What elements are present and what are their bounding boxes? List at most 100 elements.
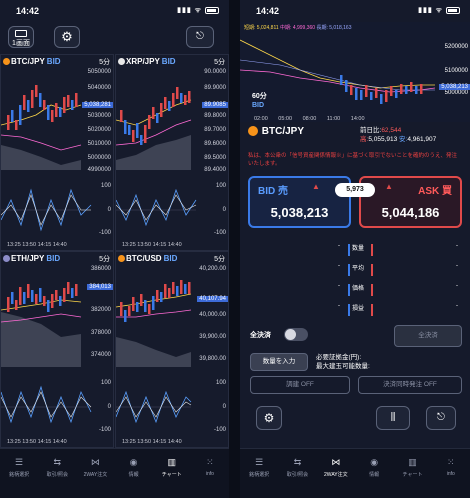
settings-button[interactable]: ⚙ <box>54 26 80 48</box>
tab-label: 情報 <box>128 472 139 478</box>
chart-grid: BTC/JPY BID 5分 5050000 5040000 5,038,281… <box>0 54 229 448</box>
status-icons: ▮▮▮ ᯤ <box>177 6 219 15</box>
candlestick-chart <box>240 39 435 104</box>
bid-sell-button[interactable]: BID 売 ▲ 5,038,213 <box>248 176 351 228</box>
x-axis-labels: 13:25 13:50 14:15 14:40 <box>7 439 67 445</box>
y-tick: 89.9000 <box>204 85 226 91</box>
x-axis-labels: 02:00 05:00 08:00 11:00 14:00 <box>254 116 365 122</box>
mini-chart[interactable]: 短期: 5,024,811 中期: 4,999,360 長期: 5,018,16… <box>240 22 470 122</box>
osc-tick: 100 <box>100 183 111 189</box>
close-all-button[interactable]: 全決済 <box>394 325 462 347</box>
status-icons: ▮▮▮ ᯤ <box>418 6 460 15</box>
compliance-notice: 私は、本公衆の「信号資産関係情報※」に基づく取引でないことを確約のうえ、発注いた… <box>248 153 458 167</box>
close-all-toggle-label: 全決済 <box>250 332 271 339</box>
tab-label: 取引/照会 <box>286 472 309 478</box>
osc-tick: -100 <box>98 230 111 236</box>
y-tick: 386000 <box>90 266 111 272</box>
order-row-price: - 価格 - <box>248 283 462 297</box>
chart-toggle-button[interactable]: ⫼ <box>376 406 410 430</box>
list-icon: ☰ <box>255 457 264 467</box>
tab-symbol-select[interactable]: ☰ 銘柄選択 <box>0 449 38 498</box>
tab-trade-history[interactable]: ⇆ 取引/照会 <box>38 449 76 498</box>
status-time: 14:42 <box>16 6 40 16</box>
y-tick: 90.0000 <box>204 69 226 75</box>
status-bar: 14:42 ▮▮▮ ᯤ <box>240 0 470 22</box>
order-settings-button[interactable]: ⚙ <box>256 406 282 430</box>
price-stats: 前日比:62,544 高:5,055,913 安:4,961,907 <box>360 126 436 144</box>
list-icon: ☰ <box>15 457 24 467</box>
osc-tick: -100 <box>98 427 111 433</box>
gear-icon: ⚙ <box>263 411 275 425</box>
bid-label: BID 売 <box>258 186 288 197</box>
order-row-label: 数量 <box>352 246 365 252</box>
chart-cell-xrp-jpy[interactable]: XRP/JPY BID 5分 90.0000 89.9000 89.9085 8… <box>115 54 229 251</box>
layout-toggle-button[interactable]: ⎋ <box>426 406 456 430</box>
tab-2way-order[interactable]: ⋈ 2WAY注文 <box>76 449 114 498</box>
y-tick: 89.8000 <box>204 113 226 119</box>
layout-toggle-button[interactable]: ⎋ <box>186 26 214 48</box>
current-price-tag: 5,038,213 <box>439 84 470 90</box>
y-tick: 89.6000 <box>204 141 226 147</box>
tab-info[interactable]: ◉ 情報 <box>115 449 153 498</box>
chart-toolbar: 1画面 ⚙ ⎋ <box>0 22 229 54</box>
stop-order-toggle-button[interactable]: 調建 OFF <box>250 376 350 394</box>
symbol-row[interactable]: BTC/JPY <box>248 126 304 137</box>
chart-cell-btc-usd[interactable]: BTC/USD BID 5分 40,200.00 40,107.94 40,00… <box>115 251 229 448</box>
one-screen-button[interactable]: 1画面 <box>8 26 34 48</box>
close-simultaneous-order-button[interactable]: 決済同時発注 OFF <box>358 376 462 394</box>
ask-buy-button[interactable]: ▲ ASK 買 5,044,186 <box>359 176 462 228</box>
tab-chart[interactable]: ▥ チャート <box>393 449 431 498</box>
oscillator-chart <box>1 385 92 424</box>
history-icon: ⇆ <box>53 457 62 467</box>
chart-cell-eth-jpy[interactable]: ETH/JPY BID 5分 386000 384,013 382000 378… <box>0 251 114 448</box>
y-tick: 40,200.00 <box>199 266 226 272</box>
enter-quantity-button[interactable]: 数量を入力 <box>250 353 308 371</box>
order-row-label: 損益 <box>352 306 365 312</box>
osc-tick: 0 <box>222 207 226 213</box>
oscillator-chart <box>1 188 92 232</box>
y-tick: 89.5000 <box>204 155 226 161</box>
close-all-toggle[interactable] <box>284 328 308 341</box>
tab-label: info <box>446 471 455 477</box>
chart-cell-btc-jpy[interactable]: BTC/JPY BID 5分 5050000 5040000 5,038,281… <box>0 54 114 251</box>
tab-symbol-select[interactable]: ☰ 銘柄選択 <box>240 449 278 498</box>
battery-icon <box>205 6 219 14</box>
timeframe-label: 60分 <box>252 93 267 100</box>
tab-label: 取引/照会 <box>46 472 68 478</box>
y-tick: 39,800.00 <box>199 356 226 362</box>
y-tick: 5030000 <box>87 113 111 119</box>
tab-more-info[interactable]: ⁙ info <box>191 449 229 498</box>
tab-label: 2WAY注文 <box>324 472 348 478</box>
x-axis-labels: 13:25 13:50 14:15 14:40 <box>7 242 67 248</box>
tab-label: 情報 <box>369 472 380 478</box>
y-tick: 5050000 <box>87 69 111 75</box>
symbol-name: BTC/JPY <box>261 126 305 137</box>
tab-trade-history[interactable]: ⇆ 取引/照会 <box>278 449 316 498</box>
phone-order-screen: 14:42 ▮▮▮ ᯤ 短期: 5,024,811 中期: 4,999,360 … <box>240 0 470 498</box>
spread-badge: 5,973 <box>335 183 375 197</box>
tab-2way-order[interactable]: ⋈ 2WAY注文 <box>317 449 355 498</box>
y-tick: 382000 <box>90 307 111 313</box>
tab-more-info[interactable]: ⁙ info <box>432 449 470 498</box>
x-axis-labels: 13:25 13:50 14:15 14:40 <box>122 242 182 248</box>
ask-label: ASK 買 <box>418 186 452 197</box>
order-row-quantity: - 数量 - <box>248 243 462 257</box>
current-price-tag: 5,038,281 <box>82 102 113 108</box>
y-tick: 5000000 <box>87 155 111 161</box>
up-arrow-icon: ▲ <box>385 182 393 191</box>
oscillator-chart <box>116 390 192 424</box>
margin-label: 必要証拠金(円): <box>316 354 362 361</box>
y-tick: 374000 <box>90 352 111 358</box>
tab-info[interactable]: ◉ 情報 <box>355 449 393 498</box>
tab-chart[interactable]: ▥ チャート <box>153 449 191 498</box>
current-price-tag: 89.9085 <box>202 102 228 108</box>
timeframe-badge[interactable]: 60分 BID <box>250 90 269 112</box>
one-screen-label: 1画面 <box>12 40 30 47</box>
y-tick: 4990000 <box>87 167 111 173</box>
tab-label: 2WAY注文 <box>83 472 108 478</box>
osc-tick: 0 <box>107 207 111 213</box>
tab-label: info <box>205 471 214 477</box>
dual-order-icon: ⋈ <box>90 457 100 467</box>
y-tick: 5000000 <box>444 90 468 96</box>
up-arrow-icon: ▲ <box>312 182 320 191</box>
